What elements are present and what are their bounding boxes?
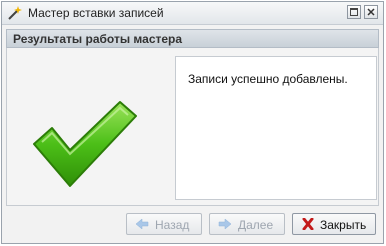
arrow-right-icon	[218, 218, 232, 230]
close-x-icon	[367, 8, 375, 16]
step-title: Результаты работы мастера	[13, 32, 183, 46]
title-bar[interactable]: Мастер вставки записей	[2, 2, 383, 25]
window-title: Мастер вставки записей	[28, 6, 164, 20]
wizard-content: Записи успешно добавлены.	[6, 48, 379, 206]
window-close-button[interactable]	[364, 5, 378, 19]
back-button-label: Назад	[155, 218, 190, 232]
maximize-icon	[350, 8, 358, 16]
close-button-label: Закрыть	[320, 218, 367, 232]
next-button[interactable]: Далее	[209, 213, 285, 235]
checkmark-icon	[33, 101, 137, 187]
back-button[interactable]: Назад	[126, 213, 202, 235]
wand-icon	[8, 6, 22, 20]
close-button[interactable]: Закрыть	[292, 213, 376, 235]
result-message-panel: Записи успешно добавлены.	[175, 56, 377, 200]
result-message: Записи успешно добавлены.	[188, 72, 348, 86]
close-icon	[302, 218, 314, 230]
wizard-step-header: Результаты работы мастера	[6, 29, 379, 48]
wizard-window: Мастер вставки записей Результаты работы…	[1, 1, 384, 244]
next-button-label: Далее	[238, 218, 274, 232]
maximize-button[interactable]	[347, 5, 361, 19]
arrow-left-icon	[135, 218, 149, 230]
